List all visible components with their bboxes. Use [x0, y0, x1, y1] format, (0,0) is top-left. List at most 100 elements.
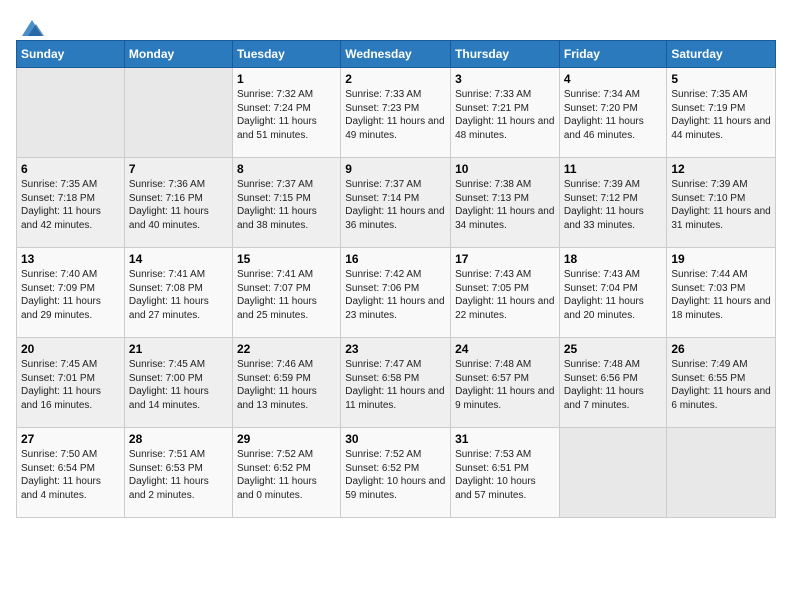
cell-content: Sunrise: 7:48 AM Sunset: 6:56 PM Dayligh…	[564, 358, 663, 412]
cell-content: Sunrise: 7:41 AM Sunset: 7:08 PM Dayligh…	[129, 268, 228, 322]
calendar-cell	[559, 428, 667, 518]
cell-content: Sunrise: 7:46 AM Sunset: 6:59 PM Dayligh…	[237, 358, 336, 412]
calendar-table: SundayMondayTuesdayWednesdayThursdayFrid…	[16, 40, 776, 518]
calendar-cell: 5Sunrise: 7:35 AM Sunset: 7:19 PM Daylig…	[667, 68, 776, 158]
calendar-cell: 20 Sunrise: 7:45 AM Sunset: 7:01 PM Dayli…	[17, 338, 125, 428]
cell-content: Sunrise: 7:48 AM Sunset: 6:57 PM Dayligh…	[455, 358, 555, 412]
day-number: 31	[455, 432, 555, 446]
day-number: 21	[129, 342, 228, 356]
day-number: 29	[237, 432, 336, 446]
cell-content: Sunrise: 7:37 AM Sunset: 7:14 PM Dayligh…	[345, 178, 446, 232]
day-number: 19	[671, 252, 771, 266]
day-header-sunday: Sunday	[17, 41, 125, 68]
day-number: 22	[237, 342, 336, 356]
day-number: 9	[345, 162, 446, 176]
day-header-tuesday: Tuesday	[232, 41, 340, 68]
day-number: 20	[21, 342, 120, 356]
day-number: 18	[564, 252, 663, 266]
day-header-friday: Friday	[559, 41, 667, 68]
cell-content: Sunrise: 7:47 AM Sunset: 6:58 PM Dayligh…	[345, 358, 446, 412]
calendar-cell	[124, 68, 232, 158]
cell-content: Sunrise: 7:52 AM Sunset: 6:52 PM Dayligh…	[237, 448, 336, 502]
week-row-4: 20 Sunrise: 7:45 AM Sunset: 7:01 PM Dayli…	[17, 338, 776, 428]
calendar-cell: 8 Sunrise: 7:37 AM Sunset: 7:15 PM Daylig…	[232, 158, 340, 248]
cell-content: Sunrise: 7:43 AM Sunset: 7:05 PM Dayligh…	[455, 268, 555, 322]
calendar-cell: 23 Sunrise: 7:47 AM Sunset: 6:58 PM Dayli…	[341, 338, 451, 428]
calendar-cell: 18 Sunrise: 7:43 AM Sunset: 7:04 PM Dayli…	[559, 248, 667, 338]
calendar-cell: 21 Sunrise: 7:45 AM Sunset: 7:00 PM Dayli…	[124, 338, 232, 428]
day-number: 23	[345, 342, 446, 356]
day-number: 2	[345, 72, 446, 86]
calendar-cell: 3Sunrise: 7:33 AM Sunset: 7:21 PM Daylig…	[451, 68, 560, 158]
calendar-cell: 15 Sunrise: 7:41 AM Sunset: 7:07 PM Dayli…	[232, 248, 340, 338]
week-row-3: 13 Sunrise: 7:40 AM Sunset: 7:09 PM Dayli…	[17, 248, 776, 338]
day-number: 24	[455, 342, 555, 356]
calendar-cell: 12Sunrise: 7:39 AM Sunset: 7:10 PM Dayli…	[667, 158, 776, 248]
calendar-cell: 19Sunrise: 7:44 AM Sunset: 7:03 PM Dayli…	[667, 248, 776, 338]
cell-content: Sunrise: 7:32 AM Sunset: 7:24 PM Dayligh…	[237, 88, 336, 142]
calendar-cell: 1 Sunrise: 7:32 AM Sunset: 7:24 PM Daylig…	[232, 68, 340, 158]
day-header-wednesday: Wednesday	[341, 41, 451, 68]
calendar-cell: 26 Sunrise: 7:49 AM Sunset: 6:55 PM Dayli…	[667, 338, 776, 428]
cell-content: Sunrise: 7:36 AM Sunset: 7:16 PM Dayligh…	[129, 178, 228, 232]
logo	[16, 16, 46, 28]
day-number: 27	[21, 432, 120, 446]
calendar-cell: 13 Sunrise: 7:40 AM Sunset: 7:09 PM Dayli…	[17, 248, 125, 338]
day-number: 8	[237, 162, 336, 176]
calendar-cell: 28 Sunrise: 7:51 AM Sunset: 6:53 PM Dayli…	[124, 428, 232, 518]
calendar-cell: 9 Sunrise: 7:37 AM Sunset: 7:14 PM Daylig…	[341, 158, 451, 248]
calendar-cell	[17, 68, 125, 158]
calendar-cell: 29 Sunrise: 7:52 AM Sunset: 6:52 PM Dayli…	[232, 428, 340, 518]
day-number: 25	[564, 342, 663, 356]
cell-content: Sunrise: 7:34 AM Sunset: 7:20 PM Dayligh…	[564, 88, 663, 142]
day-number: 13	[21, 252, 120, 266]
day-number: 14	[129, 252, 228, 266]
cell-content: Sunrise: 7:39 AM Sunset: 7:12 PM Dayligh…	[564, 178, 663, 232]
cell-content: Sunrise: 7:40 AM Sunset: 7:09 PM Dayligh…	[21, 268, 120, 322]
calendar-cell: 31Sunrise: 7:53 AM Sunset: 6:51 PM Dayli…	[451, 428, 560, 518]
cell-content: Sunrise: 7:37 AM Sunset: 7:15 PM Dayligh…	[237, 178, 336, 232]
week-row-5: 27Sunrise: 7:50 AM Sunset: 6:54 PM Dayli…	[17, 428, 776, 518]
cell-content: Sunrise: 7:33 AM Sunset: 7:23 PM Dayligh…	[345, 88, 446, 142]
calendar-cell: 24 Sunrise: 7:48 AM Sunset: 6:57 PM Dayli…	[451, 338, 560, 428]
day-number: 3	[455, 72, 555, 86]
cell-content: Sunrise: 7:52 AM Sunset: 6:52 PM Dayligh…	[345, 448, 446, 502]
calendar-cell: 4 Sunrise: 7:34 AM Sunset: 7:20 PM Daylig…	[559, 68, 667, 158]
calendar-cell: 11 Sunrise: 7:39 AM Sunset: 7:12 PM Dayli…	[559, 158, 667, 248]
calendar-cell	[667, 428, 776, 518]
day-number: 26	[671, 342, 771, 356]
day-number: 11	[564, 162, 663, 176]
day-number: 7	[129, 162, 228, 176]
calendar-header-row: SundayMondayTuesdayWednesdayThursdayFrid…	[17, 41, 776, 68]
day-number: 30	[345, 432, 446, 446]
cell-content: Sunrise: 7:43 AM Sunset: 7:04 PM Dayligh…	[564, 268, 663, 322]
calendar-cell: 7 Sunrise: 7:36 AM Sunset: 7:16 PM Daylig…	[124, 158, 232, 248]
cell-content: Sunrise: 7:42 AM Sunset: 7:06 PM Dayligh…	[345, 268, 446, 322]
cell-content: Sunrise: 7:35 AM Sunset: 7:19 PM Dayligh…	[671, 88, 771, 142]
cell-content: Sunrise: 7:45 AM Sunset: 7:01 PM Dayligh…	[21, 358, 120, 412]
calendar-cell: 2 Sunrise: 7:33 AM Sunset: 7:23 PM Daylig…	[341, 68, 451, 158]
day-number: 4	[564, 72, 663, 86]
cell-content: Sunrise: 7:45 AM Sunset: 7:00 PM Dayligh…	[129, 358, 228, 412]
day-number: 10	[455, 162, 555, 176]
calendar-cell: 30 Sunrise: 7:52 AM Sunset: 6:52 PM Dayli…	[341, 428, 451, 518]
logo-icon	[18, 16, 46, 38]
cell-content: Sunrise: 7:35 AM Sunset: 7:18 PM Dayligh…	[21, 178, 120, 232]
day-number: 17	[455, 252, 555, 266]
cell-content: Sunrise: 7:51 AM Sunset: 6:53 PM Dayligh…	[129, 448, 228, 502]
cell-content: Sunrise: 7:49 AM Sunset: 6:55 PM Dayligh…	[671, 358, 771, 412]
day-header-monday: Monday	[124, 41, 232, 68]
day-number: 28	[129, 432, 228, 446]
day-number: 1	[237, 72, 336, 86]
day-number: 12	[671, 162, 771, 176]
week-row-2: 6Sunrise: 7:35 AM Sunset: 7:18 PM Daylig…	[17, 158, 776, 248]
calendar-cell: 14 Sunrise: 7:41 AM Sunset: 7:08 PM Dayli…	[124, 248, 232, 338]
calendar-cell: 6Sunrise: 7:35 AM Sunset: 7:18 PM Daylig…	[17, 158, 125, 248]
calendar-cell: 16Sunrise: 7:42 AM Sunset: 7:06 PM Dayli…	[341, 248, 451, 338]
cell-content: Sunrise: 7:38 AM Sunset: 7:13 PM Dayligh…	[455, 178, 555, 232]
day-number: 15	[237, 252, 336, 266]
calendar-cell: 25 Sunrise: 7:48 AM Sunset: 6:56 PM Dayli…	[559, 338, 667, 428]
cell-content: Sunrise: 7:41 AM Sunset: 7:07 PM Dayligh…	[237, 268, 336, 322]
calendar-cell: 10 Sunrise: 7:38 AM Sunset: 7:13 PM Dayli…	[451, 158, 560, 248]
page-header	[16, 16, 776, 28]
